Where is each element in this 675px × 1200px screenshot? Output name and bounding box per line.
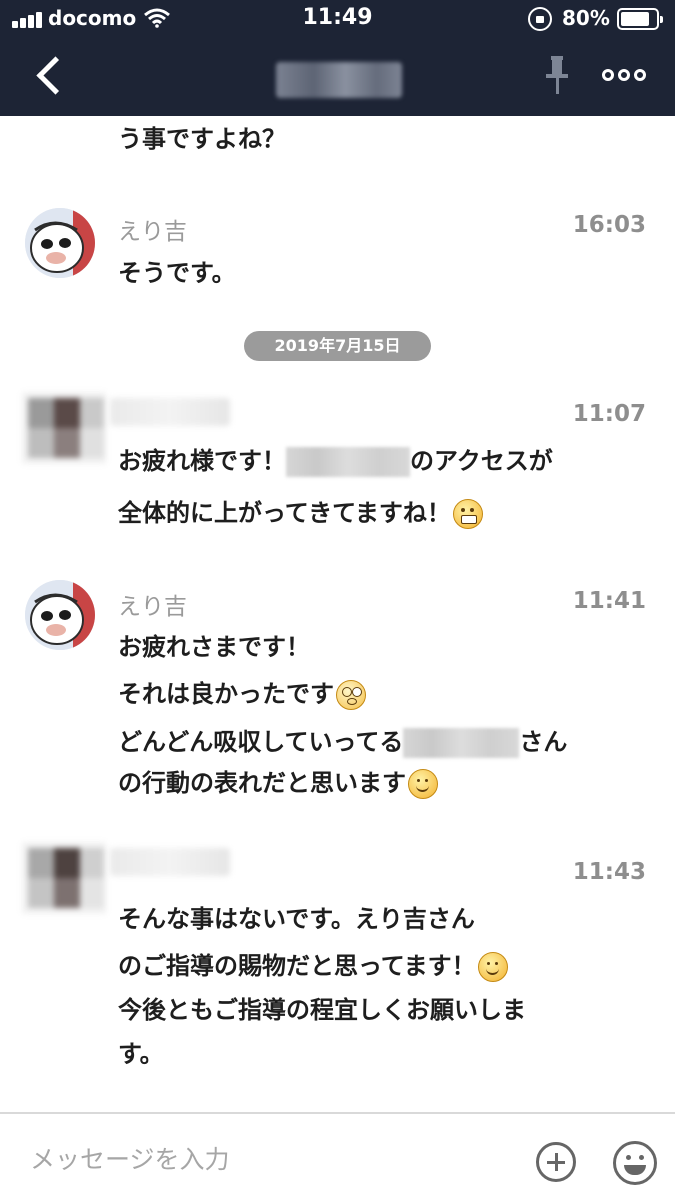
battery-percent: 80% <box>562 6 610 30</box>
message-fragment: それは良かったです <box>118 680 334 708</box>
message-fragment: の行動の表れだと思います <box>118 769 406 797</box>
sender-name: えり吉 <box>118 219 187 245</box>
avatar-redacted[interactable] <box>22 842 106 914</box>
emoji-icon[interactable] <box>613 1141 657 1185</box>
smile-emoji-icon <box>477 952 508 982</box>
redacted-text <box>403 728 520 758</box>
message-text: 全体的に上がってきてますね！ <box>118 498 483 529</box>
message-fragment: どんどん吸収していってる <box>118 728 404 756</box>
sender-name: えり吉 <box>118 594 187 620</box>
message-time: 11:43 <box>572 859 646 885</box>
avatar-redacted[interactable] <box>22 392 106 464</box>
message-fragment: 全体的に上がってきてますね！ <box>118 499 451 527</box>
redacted-text <box>286 447 410 477</box>
message-input-bar: メッセージを入力 <box>0 1112 675 1200</box>
message-text: 今後ともご指導の程宜しくお願いしま <box>118 996 526 1024</box>
date-separator: 2019年7月15日 <box>244 331 431 361</box>
message-time: 16:03 <box>572 212 646 238</box>
grimace-emoji-icon <box>452 499 483 529</box>
message-time: 11:07 <box>572 401 646 427</box>
pin-icon[interactable] <box>540 54 574 98</box>
message-text: どんどん吸収していってる さん <box>118 727 567 758</box>
more-dots-icon[interactable] <box>602 68 646 84</box>
message-time: 11:41 <box>572 588 646 614</box>
message-text: そうです。 <box>118 259 236 287</box>
message-fragment: のご指導の賜物だと思ってます！ <box>118 952 476 980</box>
message-text: お疲れさまです！ <box>118 633 310 661</box>
sender-name-redacted <box>110 398 230 426</box>
message-fragment: のアクセスが <box>410 447 553 475</box>
chat-title-redacted[interactable] <box>276 62 402 98</box>
plus-icon[interactable] <box>536 1142 576 1182</box>
battery-icon <box>617 8 663 30</box>
status-bar: docomo 11:49 80% <box>0 0 675 40</box>
avatar[interactable] <box>25 208 95 278</box>
sender-name-redacted <box>110 848 230 876</box>
message-input[interactable]: メッセージを入力 <box>30 1140 230 1176</box>
message-text: そんな事はないです。えり吉さん <box>118 905 475 933</box>
message-fragment: お疲れ様です！ <box>118 447 286 475</box>
message-text: それは良かったです <box>118 679 366 710</box>
message-text: の行動の表れだと思います <box>118 768 438 799</box>
message-text: お疲れ様です！ のアクセスが <box>118 446 553 477</box>
smile-emoji-icon <box>408 769 438 799</box>
message-fragment: さん <box>519 728 568 756</box>
dizzy-emoji-icon <box>336 680 366 710</box>
avatar[interactable] <box>25 580 95 650</box>
rotation-lock-icon <box>528 7 552 31</box>
message-text: のご指導の賜物だと思ってます！ <box>118 951 508 982</box>
message-text: う事ですよね？ <box>118 125 286 153</box>
top-bar: docomo 11:49 80% <box>0 0 675 116</box>
message-text: す。 <box>118 1040 164 1068</box>
back-button[interactable] <box>28 52 68 100</box>
